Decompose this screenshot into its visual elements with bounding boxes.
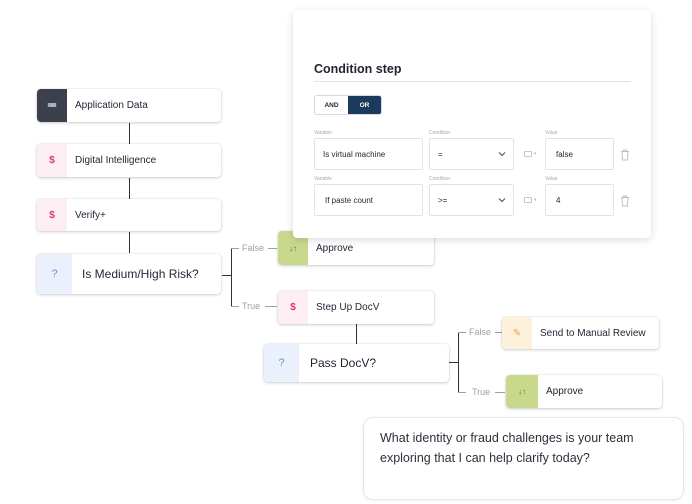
question-icon: ?	[37, 254, 72, 294]
node-digital-intelligence[interactable]: $ Digital Intelligence	[37, 144, 221, 177]
connector-line	[268, 248, 277, 249]
value-label: Value	[545, 176, 558, 182]
variable-field[interactable]: If paste count	[314, 184, 423, 216]
and-or-toggle[interactable]: AND OR	[314, 95, 382, 115]
condition-value: =	[438, 149, 443, 159]
value-type-picker[interactable]: ▾	[524, 151, 537, 157]
connector-line	[458, 332, 466, 333]
value-label: Value	[545, 130, 558, 136]
trash-icon[interactable]	[620, 195, 630, 207]
connector-line	[356, 324, 357, 344]
connector-line	[458, 392, 466, 393]
branch-false-label: False	[469, 327, 492, 337]
condition-value: >=	[438, 195, 448, 205]
variable-label: Variable	[314, 176, 332, 182]
node-label: Application Data	[75, 100, 148, 111]
node-label: Send to Manual Review	[540, 327, 646, 339]
list-icon: ≔	[37, 89, 67, 122]
connector-line	[231, 248, 232, 307]
node-pass-docv[interactable]: ? Pass DocV?	[264, 344, 449, 382]
variable-value: Is virtual machine	[323, 149, 386, 159]
branch-false-label: False	[242, 243, 265, 253]
trash-icon[interactable]	[620, 149, 630, 161]
branch-true-label: True	[472, 387, 491, 397]
variable-label: Variable	[314, 130, 332, 136]
connector-line	[129, 123, 130, 144]
connector-line	[495, 392, 505, 393]
value-type-picker[interactable]: ▾	[524, 197, 537, 203]
condition-select[interactable]: >=	[429, 184, 514, 216]
connector-line	[495, 332, 502, 333]
dollar-icon: $	[37, 199, 67, 231]
sort-arrows-icon: ↓↑	[506, 375, 538, 408]
value-value: false	[556, 149, 573, 159]
field-type-icon	[524, 151, 532, 157]
value-value: 4	[556, 195, 561, 205]
condition-label: Condition	[429, 130, 451, 136]
condition-label: Condition	[429, 176, 451, 182]
value-field[interactable]: 4	[545, 184, 614, 216]
or-option[interactable]: OR	[348, 96, 381, 114]
node-step-up-docv[interactable]: $ Step Up DocV	[278, 291, 434, 324]
variable-field[interactable]: Is virtual machine	[314, 138, 423, 170]
connector-line	[129, 232, 130, 253]
node-label: Pass DocV?	[310, 356, 377, 370]
panel-title: Condition step	[314, 62, 402, 76]
pencil-icon: ✎	[502, 317, 532, 349]
and-option[interactable]: AND	[315, 96, 348, 114]
question-icon: ?	[264, 344, 299, 382]
node-is-medium-high-risk[interactable]: ? Is Medium/High Risk?	[37, 254, 221, 294]
branch-true-label: True	[242, 301, 261, 311]
node-label: Digital Intelligence	[75, 155, 157, 166]
node-label: Is Medium/High Risk?	[82, 267, 199, 281]
caret-down-icon: ▾	[534, 197, 537, 203]
node-label: Approve	[316, 242, 354, 254]
value-field[interactable]: false	[545, 138, 614, 170]
divider	[314, 81, 631, 82]
connector-line	[265, 306, 277, 307]
condition-select[interactable]: =	[429, 138, 514, 170]
node-send-to-manual-review[interactable]: ✎ Send to Manual Review	[502, 317, 659, 349]
chevron-down-icon	[498, 198, 506, 203]
node-approve-2[interactable]: ↓↑ Approve	[506, 375, 662, 408]
node-label: Approve	[546, 386, 584, 397]
connector-line	[231, 306, 239, 307]
dollar-icon: $	[37, 144, 67, 177]
connector-line	[458, 332, 459, 393]
chevron-down-icon	[498, 152, 506, 157]
caret-down-icon: ▾	[534, 151, 537, 157]
variable-value: If paste count	[325, 195, 374, 205]
chat-message-text: What identity or fraud challenges is you…	[380, 431, 634, 465]
node-label: Step Up DocV	[316, 302, 380, 313]
chat-message-bubble: What identity or fraud challenges is you…	[363, 417, 684, 500]
node-verify-plus[interactable]: $ Verify+	[37, 199, 221, 231]
node-label: Verify+	[75, 209, 106, 221]
dollar-icon: $	[278, 291, 308, 324]
field-type-icon	[524, 197, 532, 203]
condition-step-panel: Condition step AND OR Variable Condition…	[293, 10, 651, 238]
connector-line	[129, 178, 130, 199]
connector-line	[231, 248, 239, 249]
node-application-data[interactable]: ≔ Application Data	[37, 89, 221, 122]
